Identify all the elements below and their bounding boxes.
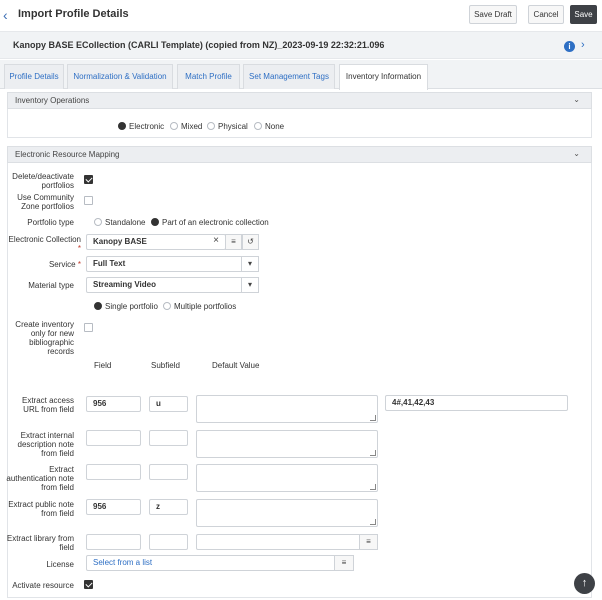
column-header-subfield: Subfield xyxy=(151,361,180,370)
authentication-note-field-input[interactable] xyxy=(86,464,141,480)
internal-description-field-input[interactable] xyxy=(86,430,141,446)
section-title: Electronic Resource Mapping xyxy=(15,150,120,159)
column-header-default-value: Default Value xyxy=(212,361,260,370)
caret-down-icon[interactable]: ▾ xyxy=(241,277,259,293)
tab-normalization-validation[interactable]: Normalization & Validation xyxy=(67,64,173,89)
tab-bar: Profile Details Normalization & Validati… xyxy=(0,60,602,90)
create-inventory-checkbox[interactable] xyxy=(84,323,93,332)
required-marker: * xyxy=(77,244,81,253)
radio-label-physical: Physical xyxy=(218,122,248,131)
inventory-operations-header[interactable]: Inventory Operations ⌄ xyxy=(7,92,592,109)
radio-label-mixed: Mixed xyxy=(181,122,203,131)
tab-profile-details[interactable]: Profile Details xyxy=(4,64,64,89)
license-label: License xyxy=(46,560,74,569)
library-default-input[interactable] xyxy=(196,534,378,550)
service-label-text: Service xyxy=(48,260,76,269)
access-url-label: Extract access URL from field xyxy=(21,396,74,414)
service-label: Service * xyxy=(6,260,81,269)
list-icon[interactable]: ≡ xyxy=(225,234,242,250)
authentication-note-default-textarea[interactable] xyxy=(196,464,378,492)
use-community-label: Use Community Zone portfolios xyxy=(17,193,74,211)
create-inventory-label: Create inventory only for new bibliograp… xyxy=(15,320,74,356)
library-subfield-input[interactable] xyxy=(149,534,188,550)
use-community-checkbox[interactable] xyxy=(84,196,93,205)
access-url-indicators-input[interactable]: 4#,41,42,43 xyxy=(385,395,568,411)
profile-name-bar: Kanopy BASE ECollection (CARLI Template)… xyxy=(0,31,602,59)
access-url-subfield-input[interactable]: u xyxy=(149,396,188,412)
radio-physical[interactable] xyxy=(207,122,215,130)
internal-description-default-textarea[interactable] xyxy=(196,430,378,458)
public-note-label: Extract public note from field xyxy=(8,500,74,518)
chevron-down-icon[interactable]: ⌄ xyxy=(573,149,580,158)
radio-standalone[interactable] xyxy=(94,218,102,226)
radio-label-single-portfolio: Single portfolio xyxy=(105,302,158,311)
radio-multiple-portfolios[interactable] xyxy=(163,302,171,310)
save-button[interactable]: Save xyxy=(570,5,597,24)
material-type-select[interactable]: Streaming Video xyxy=(86,277,259,293)
radio-label-electronic: Electronic xyxy=(129,122,165,131)
cancel-button[interactable]: Cancel xyxy=(528,5,564,24)
activate-resource-checkbox[interactable] xyxy=(84,580,93,589)
authentication-note-subfield-input[interactable] xyxy=(149,464,188,480)
required-marker: * xyxy=(77,260,81,269)
radio-electronic[interactable] xyxy=(118,122,126,130)
list-icon[interactable]: ≡ xyxy=(359,534,378,550)
portfolio-type-label: Portfolio type xyxy=(27,218,74,227)
column-header-field: Field xyxy=(94,361,112,370)
clear-x-icon[interactable]: × xyxy=(208,234,224,250)
chevron-down-icon[interactable]: ⌄ xyxy=(573,95,580,104)
tab-inventory-information[interactable]: Inventory Information xyxy=(339,64,428,90)
info-icon[interactable]: i xyxy=(564,41,575,52)
radio-single-portfolio[interactable] xyxy=(94,302,102,310)
material-type-label: Material type xyxy=(28,281,74,290)
tab-match-profile[interactable]: Match Profile xyxy=(177,64,240,89)
history-icon[interactable]: ↺ xyxy=(242,234,259,250)
radio-part-of-collection[interactable] xyxy=(151,218,159,226)
license-input[interactable]: Select from a list xyxy=(86,555,354,571)
list-icon[interactable]: ≡ xyxy=(334,555,354,571)
caret-down-icon[interactable]: ▾ xyxy=(241,256,259,272)
section-title: Inventory Operations xyxy=(15,96,90,105)
top-bar: ‹ Import Profile Details Save Draft Canc… xyxy=(0,0,602,31)
access-url-field-input[interactable]: 956 xyxy=(86,396,141,412)
public-note-subfield-input[interactable]: z xyxy=(149,499,188,515)
profile-name: Kanopy BASE ECollection (CARLI Template)… xyxy=(13,40,385,50)
authentication-note-label: Extract authentication note from field xyxy=(6,465,74,492)
delete-deactivate-label: Delete/deactivate portfolios xyxy=(12,172,74,190)
page-title: Import Profile Details xyxy=(18,8,129,20)
access-url-default-textarea[interactable] xyxy=(196,395,378,423)
public-note-default-textarea[interactable] xyxy=(196,499,378,527)
save-draft-button[interactable]: Save Draft xyxy=(469,5,517,24)
radio-label-multiple-portfolios: Multiple portfolios xyxy=(174,302,237,311)
activate-resource-label: Activate resource xyxy=(12,581,74,590)
delete-deactivate-checkbox[interactable] xyxy=(84,175,93,184)
internal-description-label: Extract internal description note from f… xyxy=(17,431,74,458)
scroll-to-top-arrow-up-icon[interactable]: ↑ xyxy=(574,573,595,594)
service-select[interactable]: Full Text xyxy=(86,256,259,272)
back-chevron-left-icon[interactable]: ‹ xyxy=(3,8,13,22)
tab-set-management-tags[interactable]: Set Management Tags xyxy=(243,64,335,89)
electronic-resource-mapping-header[interactable]: Electronic Resource Mapping ⌄ xyxy=(7,146,592,163)
electronic-collection-label: Electronic Collection * xyxy=(6,235,81,253)
radio-none[interactable] xyxy=(254,122,262,130)
electronic-collection-label-text: Electronic Collection xyxy=(8,235,81,244)
radio-label-part-of-collection: Part of an electronic collection xyxy=(162,218,269,227)
chevron-right-icon[interactable]: › xyxy=(581,39,585,51)
library-field-input[interactable] xyxy=(86,534,141,550)
library-label: Extract library from field xyxy=(6,534,74,552)
radio-label-standalone: Standalone xyxy=(105,218,146,227)
electronic-collection-input[interactable]: Kanopy BASE xyxy=(86,234,226,250)
radio-label-none: None xyxy=(265,122,285,131)
public-note-field-input[interactable]: 956 xyxy=(86,499,141,515)
internal-description-subfield-input[interactable] xyxy=(149,430,188,446)
electronic-resource-mapping-body xyxy=(7,163,592,598)
radio-mixed[interactable] xyxy=(170,122,178,130)
inventory-operations-body: Electronic Mixed Physical None xyxy=(7,109,592,138)
